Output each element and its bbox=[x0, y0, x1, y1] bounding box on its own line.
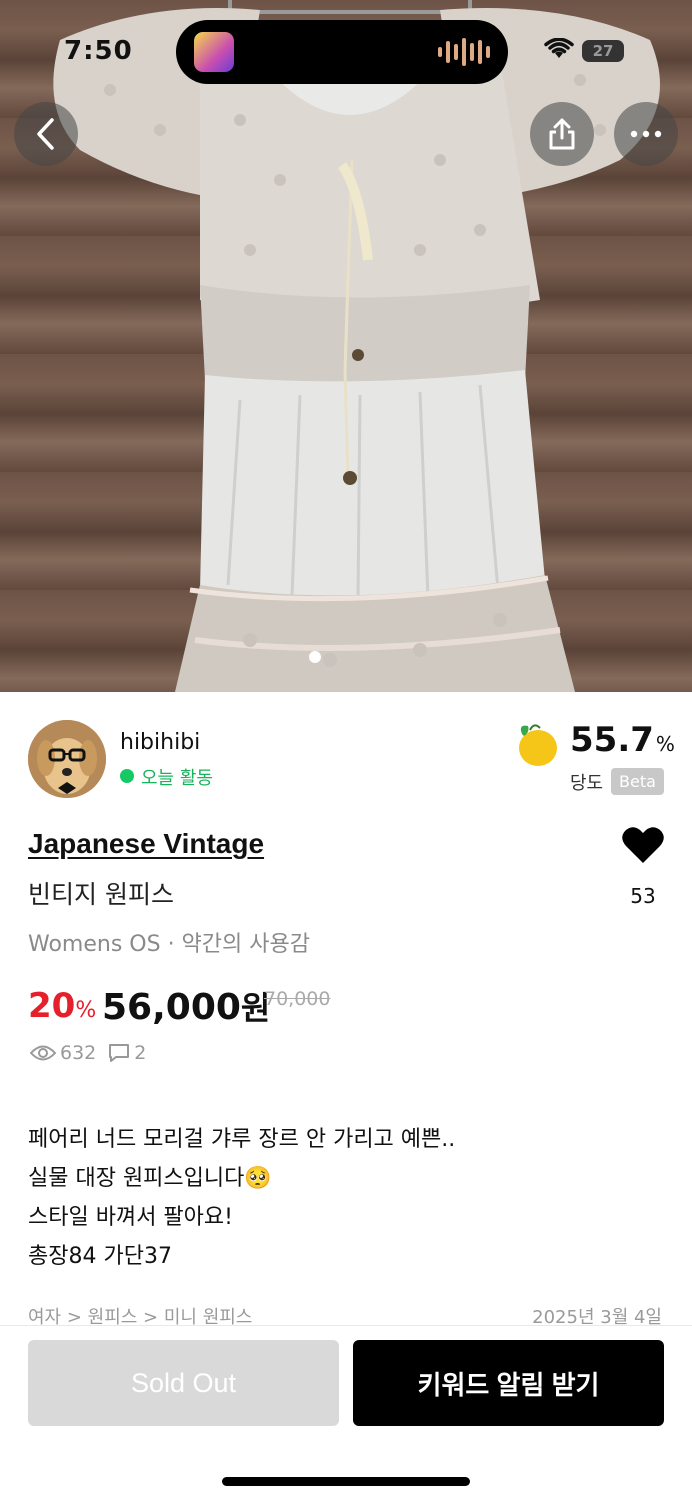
price-value: 56,000 bbox=[102, 987, 241, 1028]
dress-image bbox=[53, 0, 660, 692]
discount-unit: % bbox=[75, 998, 97, 1023]
description-line: 실물 대장 원피스입니다🥺 bbox=[28, 1166, 272, 1191]
lemon-icon bbox=[519, 724, 557, 766]
active-status-dot bbox=[120, 769, 134, 783]
gallery-page-indicator bbox=[309, 651, 321, 663]
brand-link[interactable]: Japanese Vintage bbox=[28, 828, 264, 860]
chevron-left-icon bbox=[37, 118, 54, 150]
sold-out-button: Sold Out bbox=[28, 1340, 339, 1426]
share-icon bbox=[549, 118, 575, 150]
bottom-action-bar: Sold Out 키워드 알림 받기 bbox=[0, 1325, 692, 1500]
product-stats: 632 2 bbox=[30, 1042, 158, 1064]
product-title: 빈티지 원피스 bbox=[28, 880, 174, 909]
beta-badge: Beta bbox=[611, 768, 664, 795]
share-button[interactable] bbox=[530, 102, 594, 166]
audio-wave-icon bbox=[438, 38, 490, 66]
now-playing-artwork bbox=[194, 32, 234, 72]
description-line: 페어리 너드 모리걸 갸루 장르 안 가리고 예쁜.. bbox=[28, 1127, 456, 1152]
sweetness-label: 당도 bbox=[570, 773, 604, 794]
seller-name[interactable]: hibihibi bbox=[120, 730, 200, 755]
sweetness-unit: % bbox=[655, 732, 675, 756]
original-price: 70,000 bbox=[264, 988, 331, 1010]
battery-icon: 27 bbox=[582, 40, 624, 62]
status-time: 7:50 bbox=[64, 36, 133, 66]
sweetness-value: 55.7 bbox=[570, 720, 654, 760]
wifi-icon bbox=[544, 38, 574, 58]
eye-icon bbox=[30, 1045, 56, 1061]
more-options-button[interactable] bbox=[614, 102, 678, 166]
seller-avatar[interactable] bbox=[28, 720, 106, 798]
product-photo[interactable]: 7:50 27 bbox=[0, 0, 692, 692]
product-meta: Womens OS · 약간의 사용감 bbox=[28, 932, 310, 957]
discount-rate: 20% bbox=[28, 986, 96, 1026]
dynamic-island[interactable] bbox=[176, 20, 508, 84]
ellipsis-icon bbox=[630, 130, 662, 138]
like-button[interactable] bbox=[622, 826, 664, 868]
comment-icon bbox=[109, 1044, 130, 1062]
activity-status: 오늘 활동 bbox=[141, 768, 213, 789]
like-count: 53 bbox=[630, 884, 656, 908]
heart-icon bbox=[622, 827, 664, 863]
comment-count: 2 bbox=[134, 1042, 147, 1064]
keyword-alert-button[interactable]: 키워드 알림 받기 bbox=[353, 1340, 664, 1426]
product-description: 페어리 너드 모리걸 갸루 장르 안 가리고 예쁜.. 실물 대장 원피스입니다… bbox=[28, 1120, 455, 1276]
avatar-image bbox=[28, 720, 106, 798]
sweetness-score: 55.7% bbox=[570, 720, 675, 760]
view-count: 632 bbox=[60, 1042, 97, 1064]
back-button[interactable] bbox=[14, 102, 78, 166]
home-indicator[interactable] bbox=[222, 1477, 470, 1486]
discount-value: 20 bbox=[28, 986, 76, 1026]
description-line: 스타일 바껴서 팔아요! bbox=[28, 1205, 233, 1230]
description-line: 총장84 가단37 bbox=[28, 1244, 172, 1269]
sale-price: 56,000원 bbox=[102, 983, 270, 1029]
